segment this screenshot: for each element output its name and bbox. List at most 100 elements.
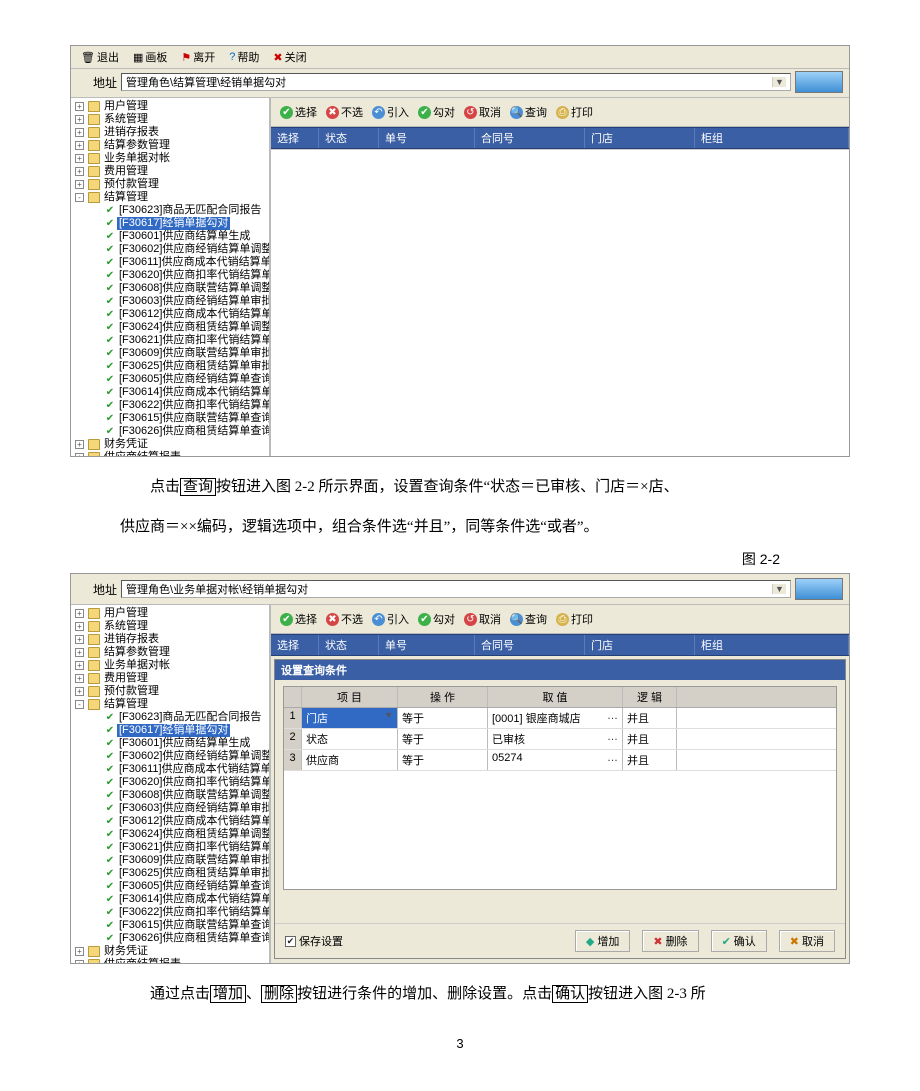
collapse-icon[interactable]: - [75,193,84,202]
tree-leaf[interactable]: ✔[F30605]供应商经销结算单查询 [73,373,269,386]
cond-value-cell[interactable]: [0001] 银座商城店… [488,708,623,728]
expand-icon[interactable]: + [75,661,84,670]
tree-folder-settle[interactable]: -结算管理 [73,698,269,711]
tree-folder[interactable]: +结算参数管理 [73,139,269,152]
dialog-cancel-button[interactable]: ✖取消 [779,930,835,952]
expand-icon[interactable]: + [75,947,84,956]
ellipsis-icon[interactable]: … [605,710,618,726]
tree-leaf[interactable]: ✔[F30626]供应商租赁结算单查询 [73,932,269,945]
expand-icon[interactable]: + [75,440,84,449]
dialog-add-button[interactable]: ◆增加 [575,930,630,952]
dialog-delete-button[interactable]: ✖删除 [642,930,698,952]
tree-leaf[interactable]: ✔[F30622]供应商扣率代销结算单查询 [73,399,269,412]
tree-folder[interactable]: +预付款管理 [73,178,269,191]
tree-leaf[interactable]: ✔[F30602]供应商经销结算单调整 [73,750,269,763]
cond-logic-cell[interactable]: 并且 [623,729,677,749]
expand-icon[interactable]: + [75,687,84,696]
tree-folder[interactable]: +供应商结算报表 [73,958,269,963]
cond-row[interactable]: 1 门店▼ 等于 [0001] 银座商城店… 并且 [284,708,836,729]
cond-logic-cell[interactable]: 并且 [623,750,677,770]
address-dropdown-icon[interactable]: ▼ [772,77,786,87]
tb-cancel-2[interactable]: ↺取消 [461,609,504,629]
tb-unselect[interactable]: ✖不选 [323,102,366,122]
tb-query[interactable]: 🔍查询 [507,102,550,122]
tree-folder-settle[interactable]: -结算管理 [73,191,269,204]
expand-icon[interactable]: + [75,622,84,631]
ellipsis-icon[interactable]: … [605,752,618,768]
tb-import[interactable]: ↶引入 [369,102,412,122]
expand-icon[interactable]: + [75,674,84,683]
tree-leaf[interactable]: ✔[F30620]供应商扣率代销结算单调整 [73,269,269,282]
tree-leaf[interactable]: ✔[F30615]供应商联营结算单查询 [73,919,269,932]
address-input-2[interactable]: 管理角色\业务单据对帐\经销单据勾对 ▼ [121,580,791,598]
collapse-icon[interactable]: - [75,700,84,709]
expand-icon[interactable]: + [75,167,84,176]
expand-icon[interactable]: + [75,180,84,189]
tree-folder[interactable]: +财务凭证 [73,438,269,451]
tree-leaf[interactable]: ✔[F30625]供应商租赁结算单审批 [73,867,269,880]
tree-folder[interactable]: +系统管理 [73,113,269,126]
tree-folder[interactable]: +费用管理 [73,672,269,685]
tree-leaf[interactable]: ✔[F30601]供应商结算单生成 [73,230,269,243]
tree-leaf[interactable]: ✔[F30609]供应商联营结算单审批 [73,347,269,360]
tree-folder[interactable]: +业务单据对帐 [73,659,269,672]
tree-leaf[interactable]: ✔[F30615]供应商联营结算单查询 [73,412,269,425]
tree-leaf[interactable]: ✔[F30623]商品无匹配合同报告 [73,711,269,724]
tree-leaf[interactable]: ✔[F30605]供应商经销结算单查询 [73,880,269,893]
address-dropdown-icon-2[interactable]: ▼ [772,584,786,594]
tree-leaf[interactable]: ✔[F30612]供应商成本代销结算单审批 [73,815,269,828]
tree-folder[interactable]: +结算参数管理 [73,646,269,659]
expand-icon[interactable]: + [75,141,84,150]
tree-leaf[interactable]: ✔[F30608]供应商联营结算单调整 [73,789,269,802]
tree-leaf[interactable]: ✔[F30608]供应商联营结算单调整 [73,282,269,295]
tree-leaf[interactable]: ✔[F30609]供应商联营结算单审批 [73,854,269,867]
tree-folder[interactable]: +进销存报表 [73,126,269,139]
menu-close[interactable]: ✖关闭 [269,48,310,66]
tree-leaf[interactable]: ✔[F30617]经销单据勾对 [73,217,269,230]
tb-select[interactable]: ✔选择 [277,102,320,122]
tree-leaf[interactable]: ✔[F30620]供应商扣率代销结算单调整 [73,776,269,789]
expand-icon[interactable]: + [75,648,84,657]
expand-icon[interactable]: + [75,102,84,111]
tb-import-2[interactable]: ↶引入 [369,609,412,629]
menu-panel[interactable]: ▦画板 [129,48,171,66]
tree-leaf[interactable]: ✔[F30614]供应商成本代销结算单查询 [73,386,269,399]
tree-leaf[interactable]: ✔[F30622]供应商扣率代销结算单查询 [73,906,269,919]
expand-icon[interactable]: + [75,154,84,163]
tree-leaf[interactable]: ✔[F30624]供应商租赁结算单调整 [73,828,269,841]
expand-icon[interactable]: + [75,635,84,644]
tree-leaf[interactable]: ✔[F30612]供应商成本代销结算单审批 [73,308,269,321]
nav-tree-2[interactable]: +用户管理+系统管理+进销存报表+结算参数管理+业务单据对帐+费用管理+预付款管… [71,605,271,963]
cond-field-cell[interactable]: 门店▼ [302,708,398,728]
tree-folder[interactable]: +财务凭证 [73,945,269,958]
cond-field-cell[interactable]: 供应商 [302,750,398,770]
cond-op-cell[interactable]: 等于 [398,750,488,770]
nav-tree[interactable]: +用户管理+系统管理+进销存报表+结算参数管理+业务单据对帐+费用管理+预付款管… [71,98,271,456]
tb-check[interactable]: ✔勾对 [415,102,458,122]
menu-detach[interactable]: ⚑离开 [177,48,219,66]
expand-icon[interactable]: + [75,453,84,456]
cond-value-cell[interactable]: 已审核… [488,729,623,749]
tb-check-2[interactable]: ✔勾对 [415,609,458,629]
cond-field-cell[interactable]: 状态 [302,729,398,749]
tree-folder[interactable]: +供应商结算报表 [73,451,269,456]
tree-leaf[interactable]: ✔[F30602]供应商经销结算单调整 [73,243,269,256]
expand-icon[interactable]: + [75,128,84,137]
expand-icon[interactable]: + [75,609,84,618]
address-input[interactable]: 管理角色\结算管理\经销单据勾对 ▼ [121,73,791,91]
tb-print[interactable]: ⎙打印 [553,102,596,122]
tree-leaf[interactable]: ✔[F30625]供应商租赁结算单审批 [73,360,269,373]
menu-exit[interactable]: 🗑退出 [77,48,123,66]
tree-folder[interactable]: +预付款管理 [73,685,269,698]
menu-help[interactable]: ?帮助 [225,48,263,66]
tree-leaf[interactable]: ✔[F30621]供应商扣率代销结算单审批 [73,334,269,347]
tree-folder[interactable]: +费用管理 [73,165,269,178]
tree-folder[interactable]: +用户管理 [73,100,269,113]
tree-leaf[interactable]: ✔[F30621]供应商扣率代销结算单审批 [73,841,269,854]
tree-folder[interactable]: +进销存报表 [73,633,269,646]
dialog-ok-button[interactable]: ✔确认 [711,930,767,952]
tree-leaf[interactable]: ✔[F30601]供应商结算单生成 [73,737,269,750]
tree-leaf[interactable]: ✔[F30603]供应商经销结算单审批 [73,295,269,308]
tb-print-2[interactable]: ⎙打印 [553,609,596,629]
expand-icon[interactable]: + [75,960,84,963]
